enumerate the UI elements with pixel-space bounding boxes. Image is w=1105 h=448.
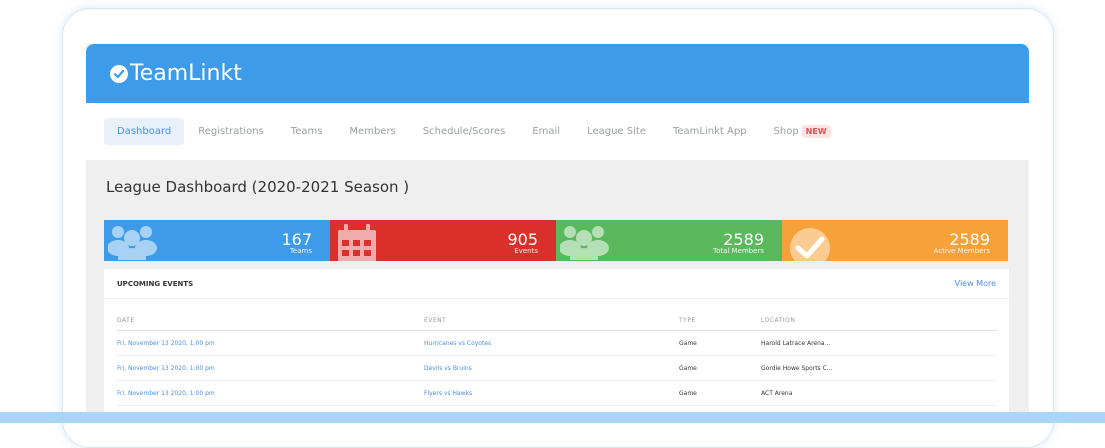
- check-icon: [790, 228, 830, 261]
- page-title: League Dashboard (2020-2021 Season ): [106, 178, 410, 196]
- table-row: Fri, November 13 2020, 1:00 pm Hurricane…: [117, 330, 997, 356]
- app-window: TeamLinkt Dashboard Registrations Teams …: [86, 44, 1029, 416]
- events-table: DATE EVENT TYPE LOCATION Fri, November 1…: [117, 313, 997, 406]
- check-circle-icon: [110, 64, 128, 83]
- event-name-link[interactable]: Flyers vs Hawks: [424, 380, 679, 406]
- stat-card-events[interactable]: 905 Events: [330, 220, 556, 261]
- stat-label: Teams: [289, 247, 312, 255]
- nav-item-dashboard[interactable]: Dashboard: [104, 118, 185, 145]
- nav-item-registrations[interactable]: Registrations: [185, 118, 277, 145]
- nav-item-shop-label: Shop: [773, 126, 799, 137]
- new-badge: NEW: [801, 125, 831, 138]
- event-location: ACT Arena: [761, 380, 997, 406]
- nav-item-teamlinkt-app[interactable]: TeamLinkt App: [660, 118, 760, 145]
- nav-item-schedule-scores[interactable]: Schedule/Scores: [410, 118, 519, 145]
- column-header-location: LOCATION: [761, 313, 997, 331]
- stat-card-active-members[interactable]: 2589 Active Members: [782, 220, 1008, 261]
- view-more-link[interactable]: View More: [955, 279, 996, 288]
- stat-label: Events: [514, 247, 538, 255]
- column-header-event: EVENT: [424, 313, 679, 331]
- event-date-link[interactable]: Fri, November 13 2020, 1:00 pm: [117, 380, 424, 406]
- event-name-link[interactable]: Devils vs Bruins: [424, 355, 679, 381]
- event-date-link[interactable]: Fri, November 13 2020, 1:00 pm: [117, 330, 424, 356]
- stats-row: 167 Teams 905 Events 2589 Total Members …: [104, 220, 1009, 261]
- stat-card-total-members[interactable]: 2589 Total Members: [556, 220, 782, 261]
- card-header: UPCOMING EVENTS View More: [104, 269, 1009, 299]
- event-type: Game: [679, 380, 761, 406]
- stat-label: Active Members: [933, 247, 990, 255]
- nav-item-members[interactable]: Members: [336, 118, 408, 145]
- users-icon: [560, 226, 609, 260]
- table-row: Fri, November 13 2020, 1:00 pm Devils vs…: [117, 355, 997, 381]
- event-name-link[interactable]: Hurricanes vs Coyotes: [424, 330, 679, 356]
- stat-card-teams[interactable]: 167 Teams: [104, 220, 330, 261]
- upcoming-events-card: UPCOMING EVENTS View More DATE EVENT TYP…: [104, 269, 1009, 416]
- bottom-accent-bar: [0, 412, 1105, 423]
- column-header-type: TYPE: [679, 313, 761, 331]
- event-type: Game: [679, 355, 761, 381]
- main-nav: Dashboard Registrations Teams Members Sc…: [86, 103, 1029, 160]
- stat-label: Total Members: [712, 247, 764, 255]
- table-row: Fri, November 13 2020, 1:00 pm Flyers vs…: [117, 380, 997, 406]
- event-type: Game: [679, 330, 761, 356]
- logo[interactable]: TeamLinkt: [110, 61, 242, 86]
- column-header-date: DATE: [117, 313, 424, 331]
- table-header-row: DATE EVENT TYPE LOCATION: [117, 313, 997, 331]
- header-bar: TeamLinkt: [86, 44, 1029, 103]
- users-icon: [108, 226, 157, 260]
- nav-item-shop[interactable]: Shop NEW: [761, 117, 844, 146]
- nav-item-league-site[interactable]: League Site: [574, 118, 659, 145]
- logo-text: TeamLinkt: [130, 61, 242, 86]
- nav-item-email[interactable]: Email: [519, 118, 573, 145]
- card-title: UPCOMING EVENTS: [117, 279, 194, 288]
- event-date-link[interactable]: Fri, November 13 2020, 1:00 pm: [117, 355, 424, 381]
- nav-item-teams[interactable]: Teams: [278, 118, 336, 145]
- event-location: Harold Latrace Arena...: [761, 330, 997, 356]
- calendar-icon: [338, 224, 376, 261]
- event-location: Gordie Howe Sports C...: [761, 355, 997, 381]
